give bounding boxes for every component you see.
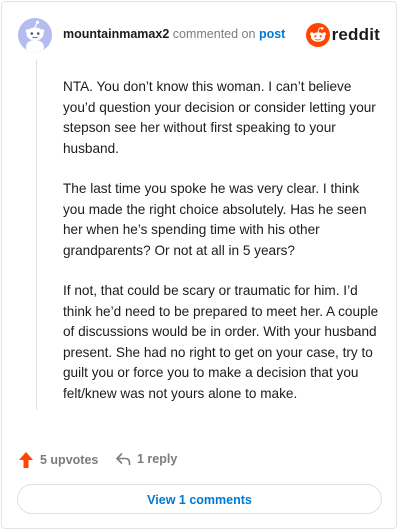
view-comments-button[interactable]: View 1 comments xyxy=(17,484,382,514)
reply-count: 1 reply xyxy=(137,452,178,466)
reply-arrow-icon xyxy=(116,453,131,466)
reply-button[interactable]: 1 reply xyxy=(115,451,177,467)
thread-line[interactable] xyxy=(36,60,37,410)
user-avatar[interactable] xyxy=(18,18,52,52)
reddit-brand[interactable]: reddit xyxy=(300,23,380,49)
reddit-wordmark: reddit xyxy=(331,25,380,44)
comment-paragraph-2: The last time you spoke he was very clea… xyxy=(63,181,367,258)
upvote-button[interactable]: 5 upvotes xyxy=(18,451,98,469)
upvote-count: 5 upvotes xyxy=(40,453,99,467)
snoo-avatar-icon xyxy=(18,18,52,52)
username-link[interactable]: mountainmamax2 xyxy=(63,27,169,41)
post-link[interactable]: post xyxy=(259,27,285,41)
reddit-logo-icon xyxy=(306,23,330,47)
comment-paragraph-3: If not, that could be scary or traumatic… xyxy=(63,283,379,401)
comment-card: mountainmamax2 commented on post reddit … xyxy=(1,1,397,529)
comment-body: NTA. You don’t know this woman. I can’t … xyxy=(63,77,383,424)
commented-on-text: commented on xyxy=(172,27,256,41)
comment-meta: mountainmamax2 commented on post xyxy=(63,27,285,41)
comment-header: mountainmamax2 commented on post reddit xyxy=(18,18,380,52)
comment-paragraph-1: NTA. You don’t know this woman. I can’t … xyxy=(63,79,376,156)
upvote-arrow-icon xyxy=(19,452,33,468)
